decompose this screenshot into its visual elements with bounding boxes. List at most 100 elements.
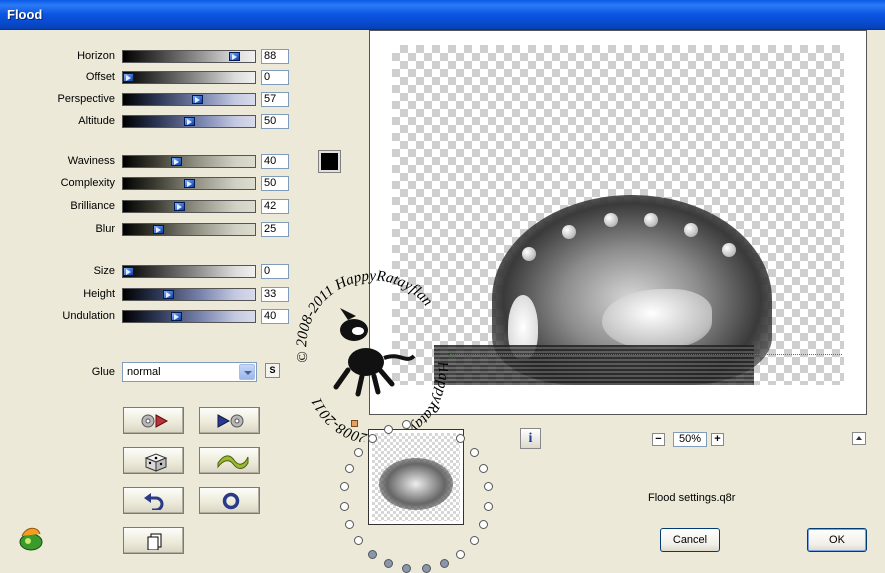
altitude-label: Altitude (78, 115, 115, 127)
wave-button[interactable] (199, 447, 260, 474)
brilliance-slider-thumb[interactable] (174, 202, 185, 211)
height-slider-thumb[interactable] (163, 290, 174, 299)
height-slider[interactable] (122, 288, 256, 301)
waviness-slider-thumb[interactable] (171, 157, 182, 166)
blur-label: Blur (95, 223, 115, 235)
offset-slider-thumb[interactable] (123, 73, 134, 82)
horizon-slider-thumb[interactable] (229, 52, 240, 61)
chevron-down-icon[interactable] (239, 364, 255, 380)
navigator-dot (470, 536, 479, 545)
complexity-slider-thumb[interactable] (184, 179, 195, 188)
navigator-dot (484, 482, 493, 491)
navigator-dot (470, 448, 479, 457)
navigator-dot (354, 448, 363, 457)
ring-icon (222, 492, 240, 510)
complexity-value-field[interactable]: 50 (261, 176, 289, 191)
zoom-in-button[interactable]: + (711, 433, 724, 446)
size-value-field[interactable]: 0 (261, 264, 289, 279)
perspective-slider-thumb[interactable] (192, 95, 203, 104)
undulation-slider[interactable] (122, 310, 256, 323)
collapse-up-button[interactable] (852, 432, 866, 445)
altitude-slider-thumb[interactable] (184, 117, 195, 126)
height-value-field[interactable]: 33 (261, 287, 289, 302)
perspective-value-field[interactable]: 57 (261, 92, 289, 107)
glue-selected-value: normal (127, 366, 161, 378)
settings-filename: Flood settings.q8r (648, 492, 736, 504)
altitude-value-field[interactable]: 50 (261, 114, 289, 129)
offset-slider[interactable] (122, 71, 256, 84)
ok-button[interactable]: OK (807, 528, 867, 552)
reset-button[interactable] (199, 487, 260, 514)
zoom-level: 50% (673, 432, 707, 447)
navigator-dot (368, 550, 377, 559)
copy-button[interactable] (123, 527, 184, 554)
slider-row-undulation: Undulation 40 (0, 309, 300, 325)
waviness-slider[interactable] (122, 155, 256, 168)
watermark-logo: © 2008-2011 HappyRatayflan HappyRatayfla… (294, 268, 448, 442)
slider-row-perspective: Perspective 57 (0, 92, 300, 108)
blur-slider[interactable] (122, 223, 256, 236)
undulation-slider-thumb[interactable] (171, 312, 182, 321)
app-logo (16, 526, 44, 552)
navigator-handle[interactable] (351, 420, 358, 427)
leaf-logo-icon (19, 527, 43, 551)
complexity-slider[interactable] (122, 177, 256, 190)
horizon-value-field[interactable]: 88 (261, 49, 289, 64)
waviness-value-field[interactable]: 40 (261, 154, 289, 169)
perspective-label: Perspective (57, 93, 115, 105)
navigator-dot (456, 550, 465, 559)
size-slider-thumb[interactable] (123, 267, 134, 276)
slider-row-height: Height 33 (0, 287, 300, 303)
slider-row-horizon: Horizon 88 (0, 49, 300, 65)
navigator-thumbnail[interactable] (368, 429, 464, 525)
navigator-dot (422, 564, 431, 573)
navigator-dot (340, 502, 349, 511)
waviness-label: Waviness (67, 155, 115, 167)
brilliance-value-field[interactable]: 42 (261, 199, 289, 214)
thumbnail-image (379, 458, 453, 510)
altitude-slider[interactable] (122, 115, 256, 128)
horizon-guide-line (450, 354, 842, 355)
moon-shape (522, 247, 536, 261)
moon-shape (562, 225, 576, 239)
rewind-play-icon (141, 414, 169, 428)
moon-shape (604, 213, 618, 227)
blur-slider-thumb[interactable] (153, 225, 164, 234)
navigator-dot (354, 536, 363, 545)
dialog-body: Horizon 88 Offset 0 Perspective 57 Altitude 50 W… (0, 30, 885, 573)
slider-row-blur: Blur 25 (0, 222, 300, 238)
zoom-out-button[interactable]: − (652, 433, 665, 446)
play-start-button[interactable] (123, 407, 184, 434)
slider-row-size: Size 0 (0, 264, 300, 280)
navigator-dot (402, 564, 411, 573)
navigator-dot (484, 502, 493, 511)
brilliance-slider[interactable] (122, 200, 256, 213)
size-slider[interactable] (122, 265, 256, 278)
slider-row-altitude: Altitude 50 (0, 114, 300, 130)
cartoon-dog-icon (333, 308, 416, 397)
random-button[interactable] (123, 447, 184, 474)
undo-button[interactable] (123, 487, 184, 514)
glue-s-button[interactable]: S (265, 363, 280, 378)
offset-value-field[interactable]: 0 (261, 70, 289, 85)
play-record-icon (217, 414, 244, 428)
perspective-slider[interactable] (122, 93, 256, 106)
moon-shape (644, 213, 658, 227)
undulation-value-field[interactable]: 40 (261, 309, 289, 324)
info-button[interactable]: i (520, 428, 541, 449)
navigator-dot (440, 559, 449, 568)
horizon-slider[interactable] (122, 50, 256, 63)
navigator-dot (384, 425, 393, 434)
moon-shape (684, 223, 698, 237)
navigator-dot (479, 464, 488, 473)
glue-select[interactable]: normal (122, 362, 257, 382)
color-swatch[interactable] (318, 150, 341, 173)
blur-value-field[interactable]: 25 (261, 222, 289, 237)
transparency-checker (392, 45, 844, 385)
dice-icon (144, 453, 168, 472)
navigator-dot (368, 434, 377, 443)
cancel-button[interactable]: Cancel (660, 528, 720, 552)
slider-row-complexity: Complexity 50 (0, 176, 300, 192)
play-end-button[interactable] (199, 407, 260, 434)
undulation-label: Undulation (62, 310, 115, 322)
